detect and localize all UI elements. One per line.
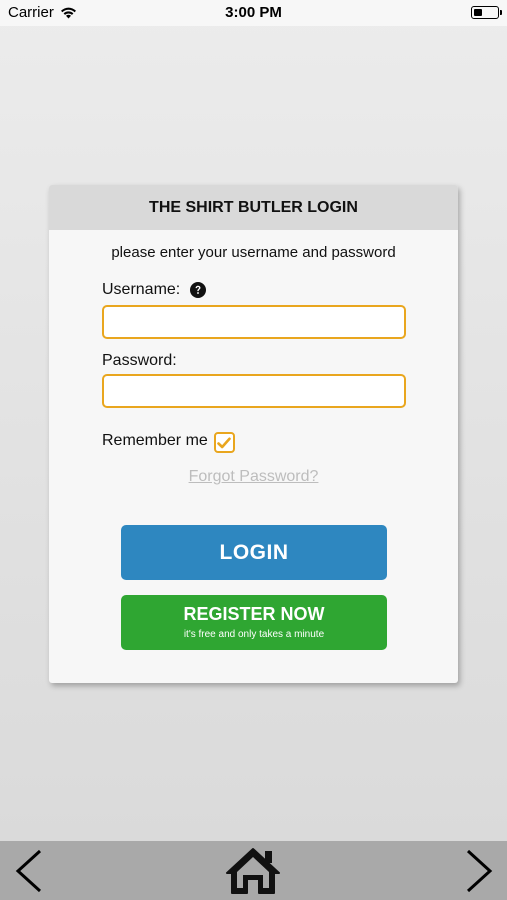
- register-button-label: REGISTER NOW: [183, 604, 325, 624]
- username-label: Username:: [102, 281, 181, 298]
- login-button[interactable]: LOGIN: [121, 525, 387, 580]
- register-button-subtitle: it's free and only takes a minute: [183, 629, 325, 640]
- home-icon[interactable]: [224, 846, 282, 896]
- username-label-row: Username:: [102, 281, 207, 299]
- login-card: THE SHIRT BUTLER LOGIN please enter your…: [49, 185, 458, 683]
- remember-me-row: Remember me: [102, 429, 235, 453]
- register-button[interactable]: REGISTER NOW it's free and only takes a …: [121, 595, 387, 650]
- username-input[interactable]: [102, 305, 406, 339]
- password-input[interactable]: [102, 374, 406, 408]
- login-title: THE SHIRT BUTLER LOGIN: [49, 185, 458, 230]
- forgot-password-link[interactable]: Forgot Password?: [49, 468, 458, 486]
- remember-me-label: Remember me: [102, 432, 208, 449]
- bottom-nav-bar: [0, 841, 507, 900]
- password-label: Password:: [102, 352, 177, 369]
- battery-icon: [471, 6, 502, 19]
- status-bar: Carrier 3:00 PM: [0, 0, 507, 26]
- forward-arrow-icon[interactable]: [462, 847, 496, 895]
- back-arrow-icon[interactable]: [12, 847, 46, 895]
- login-instructions: please enter your username and password: [111, 244, 396, 261]
- remember-me-checkbox[interactable]: [213, 432, 235, 453]
- checkmark-icon: [217, 437, 232, 448]
- help-icon[interactable]: [190, 282, 207, 298]
- status-time: 3:00 PM: [225, 4, 282, 21]
